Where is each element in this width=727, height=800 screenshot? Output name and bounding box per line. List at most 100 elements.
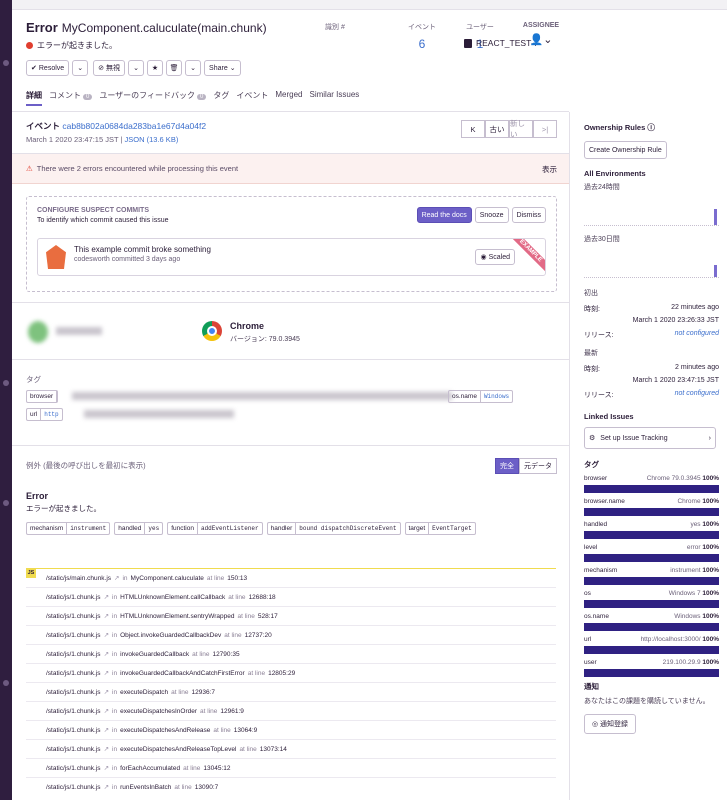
ignore-button[interactable]: ⊘ 無視 bbox=[93, 60, 126, 76]
external-link-icon[interactable]: ↗ bbox=[114, 574, 119, 582]
tag-distribution[interactable]: os.name Windows 100% bbox=[584, 613, 719, 631]
tag-pill[interactable]: url http bbox=[26, 408, 63, 421]
tag-value: 219.100.29.9 bbox=[662, 659, 701, 666]
external-link-icon[interactable]: ↗ bbox=[104, 783, 109, 791]
tag-distribution[interactable]: mechanism instrument 100% bbox=[584, 567, 719, 585]
frame-function: Object.invokeGuardedCallbackDev bbox=[120, 631, 222, 639]
dismiss-button[interactable]: Dismiss bbox=[511, 207, 546, 223]
external-link-icon[interactable]: ↗ bbox=[104, 726, 109, 734]
frame-at-line: at line bbox=[224, 631, 242, 639]
scaled-button[interactable]: ◉ Scaled bbox=[475, 249, 515, 265]
ignore-dropdown[interactable]: ⌄ bbox=[128, 60, 145, 76]
resolve-button[interactable]: ✔ Resolve bbox=[26, 60, 70, 76]
bookmark-button[interactable]: ★ bbox=[147, 60, 164, 76]
tab-comments[interactable]: コメント 0 bbox=[49, 90, 93, 106]
mechanism-pill[interactable]: mechanism instrument bbox=[26, 522, 111, 535]
external-link-icon[interactable]: ↗ bbox=[104, 688, 109, 696]
tag-distribution[interactable]: user 219.100.29.9 100% bbox=[584, 659, 719, 677]
nav-dot-icon[interactable] bbox=[3, 680, 9, 686]
external-link-icon[interactable]: ↗ bbox=[104, 612, 109, 620]
frame-function: invokeGuardedCallback bbox=[120, 650, 190, 658]
external-link-icon[interactable]: ↗ bbox=[104, 593, 109, 601]
user-icon[interactable]: 👤⌄ bbox=[515, 33, 567, 46]
external-link-icon[interactable]: ↗ bbox=[104, 650, 109, 658]
subscribe-button[interactable]: ◎ 通知登録 bbox=[584, 714, 636, 734]
top-bar bbox=[12, 0, 727, 10]
stack-frame[interactable]: /static/js/1.chunk.js ↗ in HTMLUnknownEleme… bbox=[26, 587, 556, 606]
tab-details[interactable]: 詳細 bbox=[26, 90, 42, 106]
frame-line: 13064:9 bbox=[233, 726, 258, 734]
info-icon[interactable]: ⓘ bbox=[647, 123, 655, 132]
nav-dot-icon[interactable] bbox=[3, 60, 9, 66]
tab-events[interactable]: イベント bbox=[236, 90, 268, 106]
external-link-icon[interactable]: ↗ bbox=[104, 764, 109, 772]
frame-filename: /static/js/1.chunk.js bbox=[46, 726, 101, 734]
mechanism-pill[interactable]: handler bound dispatchDiscreteEvent bbox=[266, 522, 401, 535]
stack-frame[interactable]: /static/js/1.chunk.js ↗ in HTMLUnknownEleme… bbox=[26, 606, 556, 625]
tag-distribution[interactable]: handled yes 100% bbox=[584, 521, 719, 539]
frame-function: HTMLUnknownElement.callCallback bbox=[120, 593, 226, 601]
resolve-dropdown[interactable]: ⌄ bbox=[72, 60, 89, 76]
external-link-icon[interactable]: ↗ bbox=[104, 631, 109, 639]
mechanism-pill[interactable]: target EventTarget bbox=[404, 522, 476, 535]
setup-issue-tracking-button[interactable]: ⚙ Set up Issue Tracking › bbox=[584, 427, 716, 449]
mechanism-pill[interactable]: function addEventListener bbox=[167, 522, 263, 535]
stack-frame[interactable]: /static/js/main.chunk.js ↗ in MyComponent.c… bbox=[26, 568, 556, 587]
tag-distribution[interactable]: level error 100% bbox=[584, 544, 719, 562]
event-id-link[interactable]: cab8b802a0684da283ba1e67d4a04f2 bbox=[62, 121, 206, 131]
stack-frame[interactable]: /static/js/1.chunk.js ↗ in Object.invokeGua… bbox=[26, 625, 556, 644]
redacted-tags bbox=[72, 392, 452, 400]
assignee[interactable]: ASSIGNEE 👤⌄ bbox=[515, 22, 567, 46]
frame-filename: /static/js/main.chunk.js bbox=[46, 574, 112, 582]
frame-filename: /static/js/1.chunk.js bbox=[46, 707, 101, 715]
stack-frame[interactable]: /static/js/1.chunk.js ↗ in executeDispatche… bbox=[26, 701, 556, 720]
stack-frame[interactable]: /static/js/1.chunk.js ↗ in executeDispatche… bbox=[26, 720, 556, 739]
tab-similar-issues[interactable]: Similar Issues bbox=[310, 90, 360, 106]
tag-distribution[interactable]: os Windows 7 100% bbox=[584, 590, 719, 608]
tag-key: browser.name bbox=[584, 498, 625, 505]
tag-distribution[interactable]: browser Chrome 79.0.3945 100% bbox=[584, 475, 719, 493]
full-toggle-button[interactable]: 完全 bbox=[495, 458, 519, 474]
tab-tags[interactable]: タグ bbox=[213, 90, 229, 106]
first-event-button[interactable]: K bbox=[461, 120, 485, 138]
tab-user-feedback[interactable]: ユーザーのフィードバック 0 bbox=[99, 90, 207, 106]
nav-dot-icon[interactable] bbox=[3, 500, 9, 506]
sparkline-bar bbox=[714, 265, 717, 277]
external-link-icon[interactable]: ↗ bbox=[104, 707, 109, 715]
delete-button[interactable]: 🗑 bbox=[166, 60, 183, 76]
frame-in-word: in bbox=[112, 688, 118, 696]
show-errors-link[interactable]: 表示 bbox=[542, 164, 557, 175]
frame-at-line: at line bbox=[171, 688, 189, 696]
newer-event-button[interactable]: 新しい bbox=[509, 119, 533, 139]
older-event-button[interactable]: 古い bbox=[485, 120, 509, 138]
tab-merged[interactable]: Merged bbox=[275, 90, 302, 106]
tag-distribution[interactable]: browser.name Chrome 100% bbox=[584, 498, 719, 516]
delete-dropdown[interactable]: ⌄ bbox=[185, 60, 202, 76]
read-docs-button[interactable]: Read the docs bbox=[416, 207, 472, 223]
events-count[interactable]: 6 bbox=[393, 37, 451, 51]
frame-at-line: at line bbox=[200, 707, 218, 715]
stack-frame[interactable]: /static/js/1.chunk.js ↗ in invokeGuardedCal… bbox=[26, 644, 556, 663]
tag-pill[interactable]: os.name Windows bbox=[448, 390, 514, 403]
tag-pill[interactable]: browser bbox=[26, 390, 59, 403]
snooze-button[interactable]: Snooze bbox=[474, 207, 509, 223]
graph-24h-label: 過去24時間 bbox=[584, 184, 620, 191]
raw-toggle-button[interactable]: 元データ bbox=[519, 458, 557, 474]
stack-frame[interactable]: /static/js/1.chunk.js ↗ in forEachAccumulat… bbox=[26, 758, 556, 777]
share-button[interactable]: Share ⌄ bbox=[204, 60, 241, 76]
stack-frame[interactable]: /static/js/1.chunk.js ↗ in executeDispatche… bbox=[26, 739, 556, 758]
stack-frame[interactable]: /static/js/1.chunk.js ↗ in executeDispatch a… bbox=[26, 682, 556, 701]
trash-icon: 🗑 bbox=[169, 65, 179, 72]
frame-function: HTMLUnknownElement.sentryWrapped bbox=[120, 612, 235, 620]
mechanism-pill[interactable]: handled yes bbox=[114, 522, 164, 535]
tag-distribution[interactable]: url http://localhost:3000/ 100% bbox=[584, 636, 719, 654]
stack-frame[interactable]: /static/js/1.chunk.js ↗ in invokeGuardedCal… bbox=[26, 663, 556, 682]
external-link-icon[interactable]: ↗ bbox=[104, 745, 109, 753]
json-link[interactable]: JSON (13.6 KB) bbox=[125, 135, 179, 144]
stack-frame[interactable]: /static/js/1.chunk.js ↗ in runEventsInBatch… bbox=[26, 777, 556, 796]
first-seen-heading: 初出 bbox=[584, 290, 598, 297]
external-link-icon[interactable]: ↗ bbox=[104, 669, 109, 677]
latest-event-button[interactable]: >| bbox=[533, 120, 557, 138]
create-ownership-rule-button[interactable]: Create Ownership Rule bbox=[584, 141, 667, 159]
nav-dot-icon[interactable] bbox=[3, 380, 9, 386]
